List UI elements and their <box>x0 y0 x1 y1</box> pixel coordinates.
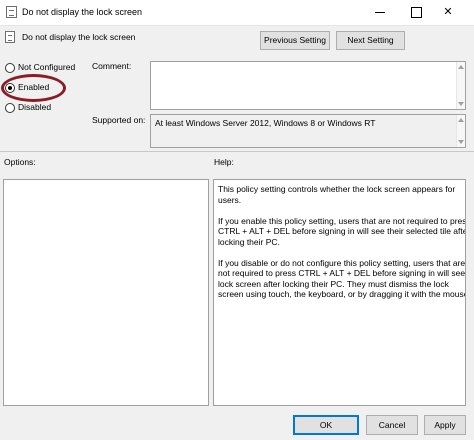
help-paragraph: This policy setting controls whether the… <box>218 184 456 205</box>
close-icon: ✕ <box>443 6 453 18</box>
annotation-ellipse <box>1 74 66 102</box>
policy-icon <box>6 6 17 18</box>
radio-circle[interactable] <box>5 63 15 73</box>
apply-button[interactable]: Apply <box>424 415 466 435</box>
options-label: Options: <box>4 157 36 167</box>
help-panel[interactable]: This policy setting controls whether the… <box>213 179 466 406</box>
next-setting-button[interactable]: Next Setting <box>336 31 405 50</box>
scroll-up-icon[interactable] <box>458 118 464 122</box>
comment-label: Comment: <box>92 61 132 71</box>
minimize-button[interactable] <box>364 0 396 26</box>
options-panel <box>3 179 209 406</box>
previous-setting-button[interactable]: Previous Setting <box>260 31 330 50</box>
radio-label: Not Configured <box>18 62 76 72</box>
supported-field: At least Windows Server 2012, Windows 8 … <box>150 114 466 148</box>
maximize-button[interactable] <box>400 0 432 26</box>
scroll-down-icon[interactable] <box>458 102 464 106</box>
comment-textarea[interactable] <box>150 61 466 110</box>
help-label: Help: <box>214 157 234 167</box>
divider <box>0 151 474 152</box>
radio-label: Disabled <box>18 102 52 112</box>
window-title: Do not display the lock screen <box>22 7 143 17</box>
ok-button[interactable]: OK <box>293 415 359 435</box>
comment-scrollbar[interactable] <box>456 62 465 109</box>
supported-value: At least Windows Server 2012, Windows 8 … <box>155 118 376 128</box>
help-paragraph: If you disable or do not configure this … <box>218 257 466 300</box>
setting-title: Do not display the lock screen <box>22 32 136 42</box>
close-button[interactable]: ✕ <box>432 0 464 26</box>
help-text: This policy setting controls whether the… <box>218 184 466 310</box>
cancel-button[interactable]: Cancel <box>366 415 418 435</box>
radio-circle[interactable] <box>5 103 15 113</box>
help-paragraph: If you enable this policy setting, users… <box>218 215 466 247</box>
supported-scrollbar[interactable] <box>456 115 465 147</box>
supported-label: Supported on: <box>92 115 146 125</box>
title-bar: Do not display the lock screen ✕ <box>0 0 474 26</box>
scroll-up-icon[interactable] <box>458 65 464 69</box>
setting-icon <box>5 31 15 43</box>
scroll-down-icon[interactable] <box>458 140 464 144</box>
